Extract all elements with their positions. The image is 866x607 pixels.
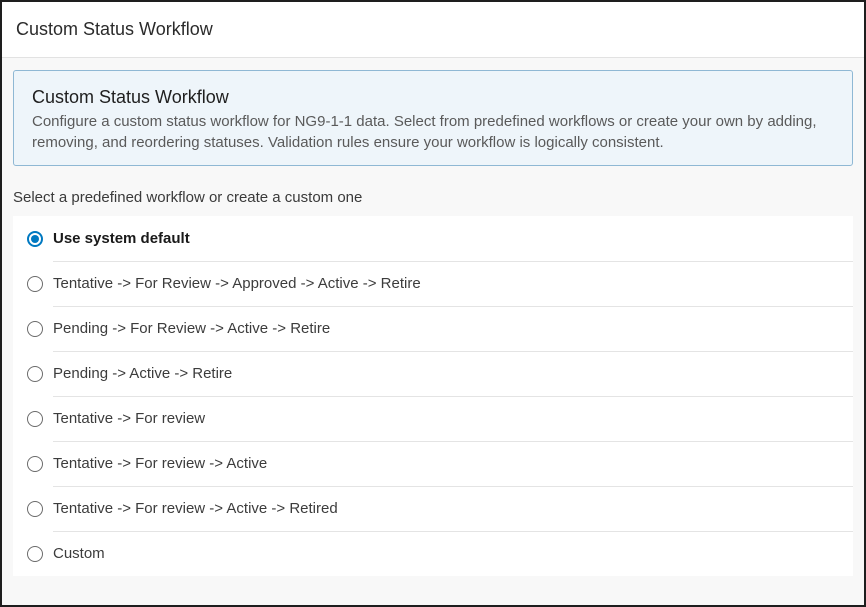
workflow-option-label: Tentative -> For review -> Active -> Ret… — [53, 500, 338, 517]
workflow-option-system-default[interactable]: Use system default — [27, 216, 853, 261]
workflow-option-label: Custom — [53, 545, 105, 562]
info-notice: Custom Status Workflow Configure a custo… — [13, 70, 853, 166]
radio-button[interactable] — [27, 230, 43, 247]
panel-header: Custom Status Workflow — [2, 2, 864, 58]
workflow-radio-group: Use system default Tentative -> For Revi… — [13, 216, 853, 576]
workflow-panel: Custom Status Workflow Custom Status Wor… — [0, 0, 866, 607]
radio-button[interactable] — [27, 500, 43, 517]
radio-button[interactable] — [27, 545, 43, 562]
info-title: Custom Status Workflow — [32, 87, 229, 107]
radio-dot — [31, 234, 39, 243]
workflow-option-tentative-review-active-retired[interactable]: Tentative -> For review -> Active -> Ret… — [27, 486, 853, 531]
workflow-option-tentative-review-active[interactable]: Tentative -> For review -> Active — [27, 441, 853, 486]
workflow-option-custom[interactable]: Custom — [27, 531, 853, 576]
workflow-option-label: Tentative -> For review -> Active — [53, 455, 268, 472]
panel-content: Custom Status Workflow Configure a custo… — [2, 58, 864, 576]
radio-button[interactable] — [27, 275, 43, 292]
radio-button[interactable] — [27, 320, 43, 337]
workflow-option-label: Tentative -> For Review -> Approved -> A… — [53, 275, 421, 292]
workflow-option-pending-active-retire[interactable]: Pending -> Active -> Retire — [27, 351, 853, 396]
workflow-option-pending-review-active-retire[interactable]: Pending -> For Review -> Active -> Retir… — [27, 306, 853, 351]
workflow-option-tentative-review[interactable]: Tentative -> For review — [27, 396, 853, 441]
radio-button[interactable] — [27, 365, 43, 382]
workflow-option-label: Tentative -> For review — [53, 410, 206, 427]
info-description: Configure a custom status workflow for N… — [32, 113, 817, 151]
radio-button[interactable] — [27, 455, 43, 472]
workflow-option-tentative-review-approved-active-retire[interactable]: Tentative -> For Review -> Approved -> A… — [27, 261, 853, 306]
workflow-option-label: Use system default — [53, 230, 190, 247]
radio-button[interactable] — [27, 410, 43, 427]
panel-title: Custom Status Workflow — [16, 19, 213, 39]
workflow-selector-label: Select a predefined workflow or create a… — [13, 189, 363, 206]
workflow-option-label: Pending -> Active -> Retire — [53, 365, 233, 382]
workflow-option-label: Pending -> For Review -> Active -> Retir… — [53, 320, 331, 337]
